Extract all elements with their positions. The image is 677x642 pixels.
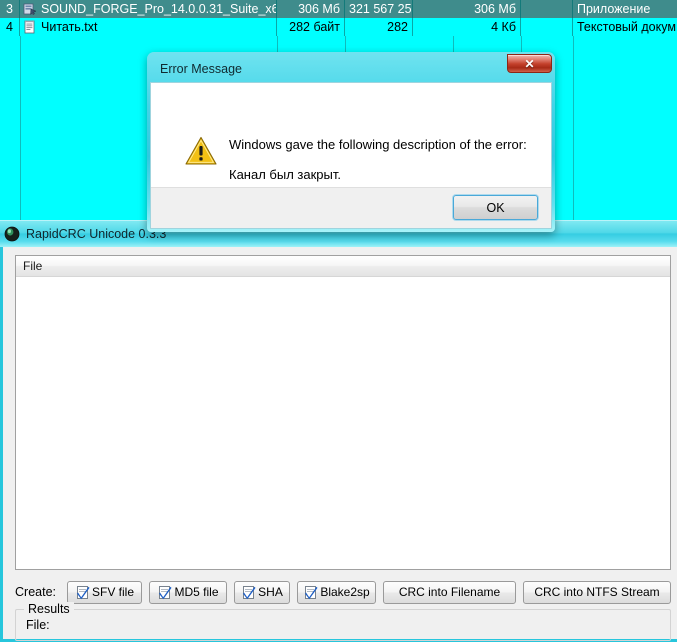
row-file-type: Текстовый докум xyxy=(577,20,676,34)
sfv-file-button[interactable]: SFV file xyxy=(67,580,142,604)
error-message-line-1: Windows gave the following description o… xyxy=(229,137,527,152)
md5-file-button-label: MD5 file xyxy=(174,585,219,599)
ok-button-label: OK xyxy=(486,200,505,215)
file-listview[interactable]: File xyxy=(15,255,671,570)
row-file-name-cell: SOUND_FORGE_Pro_14.0.0.31_Suite_x64.exe xyxy=(20,0,277,18)
installer-icon xyxy=(23,2,37,16)
column-guide-type xyxy=(573,36,574,221)
close-glyph: ✕ xyxy=(524,56,535,71)
row-size-on-disk: 306 Мб xyxy=(413,0,521,18)
blake2sp-button[interactable]: Blake2sp xyxy=(297,580,376,604)
md5-file-button[interactable]: MD5 file xyxy=(149,580,227,604)
error-text-block: Windows gave the following description o… xyxy=(229,130,529,190)
rapidcrc-window: RapidCRC Unicode 0.3.3 File Create: SFV … xyxy=(0,220,677,642)
listview-column-file[interactable]: File xyxy=(16,256,670,277)
row-number: 4 xyxy=(0,18,20,36)
row-file-name-cell: Читать.txt xyxy=(20,18,277,36)
create-button-bar: Create: SFV file MD5 file SHA Blake2sp C… xyxy=(15,580,671,604)
sfv-file-button-label: SFV file xyxy=(91,585,134,599)
crc-into-filename-button[interactable]: CRC into Filename xyxy=(383,580,516,604)
crc-into-ntfs-stream-button[interactable]: CRC into NTFS Stream xyxy=(523,580,671,604)
file-listview-header: File xyxy=(16,256,670,277)
rapidcrc-body: File Create: SFV file MD5 file SHA Blake… xyxy=(0,247,677,642)
crc-into-filename-button-label: CRC into Filename xyxy=(398,585,501,599)
text-file-icon xyxy=(23,20,37,34)
results-legend: Results xyxy=(24,602,74,616)
table-row[interactable]: 3 SOUND_FORGE_Pro_14.0.0.31_Suite_x64.ex… xyxy=(0,0,677,18)
row-size-on-disk: 4 Кб xyxy=(413,18,521,36)
error-dialog-title: Error Message xyxy=(160,61,242,76)
error-dialog-button-area: OK xyxy=(151,187,551,228)
sha-button-label: SHA xyxy=(258,585,283,599)
row-file-name: SOUND_FORGE_Pro_14.0.0.31_Suite_x64.exe xyxy=(41,2,277,16)
error-dialog-titlebar[interactable]: Error Message ✕ xyxy=(150,54,552,82)
crc-into-ntfs-stream-button-label: CRC into NTFS Stream xyxy=(534,585,660,599)
row-file-type: Приложение xyxy=(577,2,651,16)
row-size-display: 306 Мб xyxy=(277,0,345,18)
row-file-name: Читать.txt xyxy=(41,20,98,34)
row-blank-cell xyxy=(521,18,573,36)
close-icon[interactable]: ✕ xyxy=(507,54,552,73)
rapidcrc-title-text: RapidCRC Unicode 0.3.3 xyxy=(26,227,167,241)
row-blank-cell xyxy=(521,0,573,18)
blake2sp-button-label: Blake2sp xyxy=(320,585,370,599)
row-size-display: 282 байт xyxy=(277,18,345,36)
row-size-bytes: 321 567 256 xyxy=(345,0,413,18)
row-size-bytes: 282 xyxy=(345,18,413,36)
table-row[interactable]: 4 Читать.txt 282 байт 282 4 Кб Текстовый… xyxy=(0,18,677,36)
checked-document-icon xyxy=(157,585,172,600)
rapidcrc-sphere-icon xyxy=(4,226,20,242)
file-listview-body[interactable] xyxy=(16,277,670,569)
column-guide-num xyxy=(20,36,21,221)
checked-document-icon xyxy=(303,585,318,600)
error-message-dialog: Error Message ✕ Windows gave the followi… xyxy=(147,52,555,232)
error-message-line-2: Канал был закрыт. xyxy=(229,167,341,182)
results-groupbox: Results File: xyxy=(15,602,671,641)
sha-button[interactable]: SHA xyxy=(234,580,290,604)
create-label: Create: xyxy=(15,585,56,599)
checked-document-icon xyxy=(241,585,256,600)
checked-document-icon xyxy=(75,585,90,600)
error-dialog-content: Windows gave the following description o… xyxy=(150,82,552,229)
rapidcrc-client-area: File Create: SFV file MD5 file SHA Blake… xyxy=(6,247,677,641)
error-message-area: Windows gave the following description o… xyxy=(151,83,551,188)
row-number: 3 xyxy=(0,0,20,18)
ok-button[interactable]: OK xyxy=(453,195,538,220)
results-file-label: File: xyxy=(26,618,50,632)
warning-triangle-icon xyxy=(185,136,217,166)
